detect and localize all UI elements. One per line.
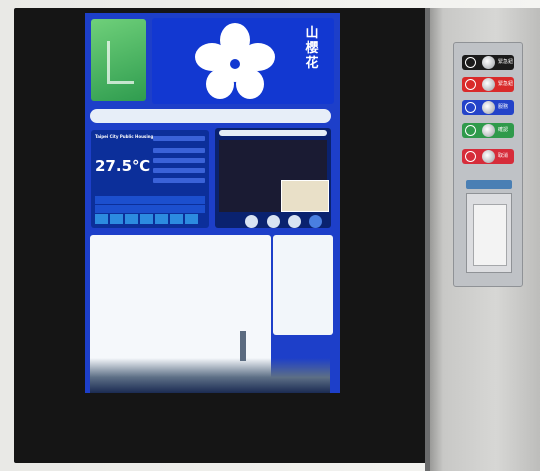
content-card-right[interactable] [273,235,333,335]
button-3[interactable]: 服務 [462,100,514,115]
refresh-icon [465,102,476,113]
video-frame [219,140,329,212]
search-pill-bar[interactable] [90,109,331,123]
green-app-tile[interactable] [91,19,146,101]
forecast-cell [110,214,123,224]
weather-row [153,168,205,173]
button-label: 確認 [498,127,509,133]
card-slot[interactable] [466,193,512,273]
button-label: 緊急鈕 [498,81,514,87]
button-1[interactable]: 緊急鈕 [462,55,514,70]
slot-opening [473,204,507,266]
city-skyline [90,358,330,393]
check-icon [465,125,476,136]
tower-silhouette [240,331,246,361]
button-label: 取消 [498,153,509,159]
button-label: 緊急鈕 [498,59,514,65]
forecast-cell [185,214,198,224]
vertical-title: 山櫻花 [305,26,319,71]
carousel-dot-active[interactable] [309,215,322,228]
button-panel: 緊急鈕 緊急鈕 服務 確認 取消 [453,42,523,287]
forecast-cell [155,214,168,224]
knob [482,56,495,69]
knob [482,78,495,91]
weather-row [153,148,205,153]
sakura-icon [195,23,275,99]
weather-row [153,178,205,183]
temperature-readout: 27.5℃ [95,157,151,175]
carousel-dot[interactable] [267,215,280,228]
button-2[interactable]: 緊急鈕 [462,77,514,92]
weather-location: Taipei City Public Housing [95,134,154,139]
video-title-bar [219,130,327,136]
card-slot-label [466,180,512,189]
forecast-cell [140,214,153,224]
forecast-row [95,196,205,204]
close-icon [465,151,476,162]
cherry-blossom-banner: 山櫻花 [152,18,334,104]
button-5[interactable]: 取消 [462,149,514,164]
weather-row [153,158,205,163]
forecast-cell [170,214,183,224]
kiosk-screen[interactable]: 山櫻花 Taipei City Public Housing 27.5℃ [85,13,340,393]
knob [482,101,495,114]
phone-icon [465,57,476,68]
forecast-cell [125,214,138,224]
power-icon [465,79,476,90]
button-label: 服務 [498,104,509,110]
forecast-row [95,205,205,213]
video-panel[interactable] [215,128,331,228]
knob [482,150,495,163]
weather-row [153,136,205,141]
video-thumbnail[interactable] [281,180,329,212]
carousel-dot[interactable] [288,215,301,228]
carousel-dot[interactable] [245,215,258,228]
weather-panel: Taipei City Public Housing 27.5℃ [91,130,209,228]
knob [482,124,495,137]
tile-mark [107,41,134,84]
button-4[interactable]: 確認 [462,123,514,138]
forecast-cell [95,214,108,224]
